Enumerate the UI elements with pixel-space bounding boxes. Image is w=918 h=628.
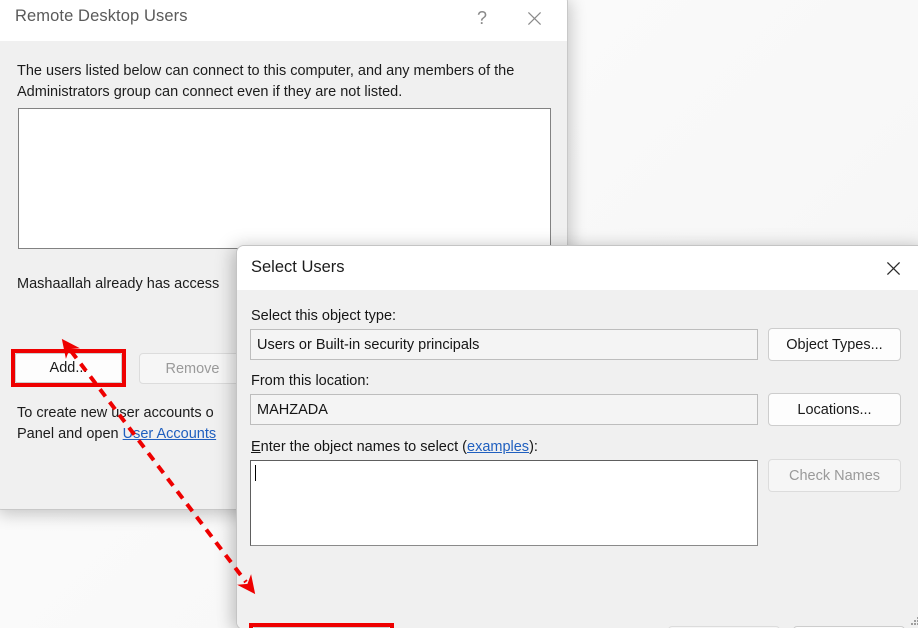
select-users-title: Select Users — [251, 258, 345, 276]
object-names-label-suffix: ): — [529, 439, 538, 455]
close-icon[interactable] — [871, 246, 915, 290]
examples-link[interactable]: examples — [467, 439, 529, 455]
select-users-dialog: Select Users Select this object type: Us… — [236, 245, 918, 628]
advanced-button-highlight: Advanced... — [249, 623, 394, 628]
remote-desktop-users-title: Remote Desktop Users — [15, 7, 188, 25]
create-accounts-note-line2: Panel and open — [17, 426, 123, 442]
resize-grip-icon[interactable] — [911, 614, 918, 626]
select-users-titlebar: Select Users — [237, 246, 918, 290]
object-names-label-accelerator: E — [251, 439, 261, 455]
object-type-field[interactable]: Users or Built-in security principals — [250, 329, 758, 360]
add-button-highlight: Add... — [11, 349, 126, 387]
close-icon[interactable] — [511, 0, 557, 41]
object-names-label-text: nter the object names to select ( — [260, 439, 467, 455]
object-names-input[interactable] — [250, 460, 758, 546]
help-icon-glyph: ? — [476, 7, 487, 28]
object-types-button[interactable]: Object Types... — [768, 328, 901, 361]
remote-desktop-users-titlebar: Remote Desktop Users ? — [0, 0, 567, 41]
screen: Remote Desktop Users ? The users listed … — [0, 0, 918, 628]
location-label: From this location: — [251, 373, 370, 389]
remote-desktop-users-description: The users listed below can connect to th… — [17, 63, 515, 100]
text-caret — [255, 465, 256, 481]
user-accounts-link[interactable]: User Accounts — [123, 426, 217, 442]
close-icon-glyph — [886, 261, 900, 275]
remove-button[interactable]: Remove — [139, 353, 246, 384]
help-icon[interactable]: ? — [459, 0, 505, 41]
object-names-label: Enter the object names to select (exampl… — [251, 439, 538, 455]
close-icon-glyph — [527, 11, 541, 25]
select-users-body: Select this object type: Users or Built-… — [237, 290, 918, 628]
add-button[interactable]: Add... — [15, 353, 122, 383]
check-names-button[interactable]: Check Names — [768, 459, 901, 492]
locations-button[interactable]: Locations... — [768, 393, 901, 426]
remote-desktop-users-listbox[interactable] — [18, 108, 551, 249]
create-accounts-note-line1: To create new user accounts o — [17, 405, 214, 421]
access-note: Mashaallah already has access — [17, 276, 220, 292]
object-type-label: Select this object type: — [251, 308, 397, 324]
location-field[interactable]: MAHZADA — [250, 394, 758, 425]
